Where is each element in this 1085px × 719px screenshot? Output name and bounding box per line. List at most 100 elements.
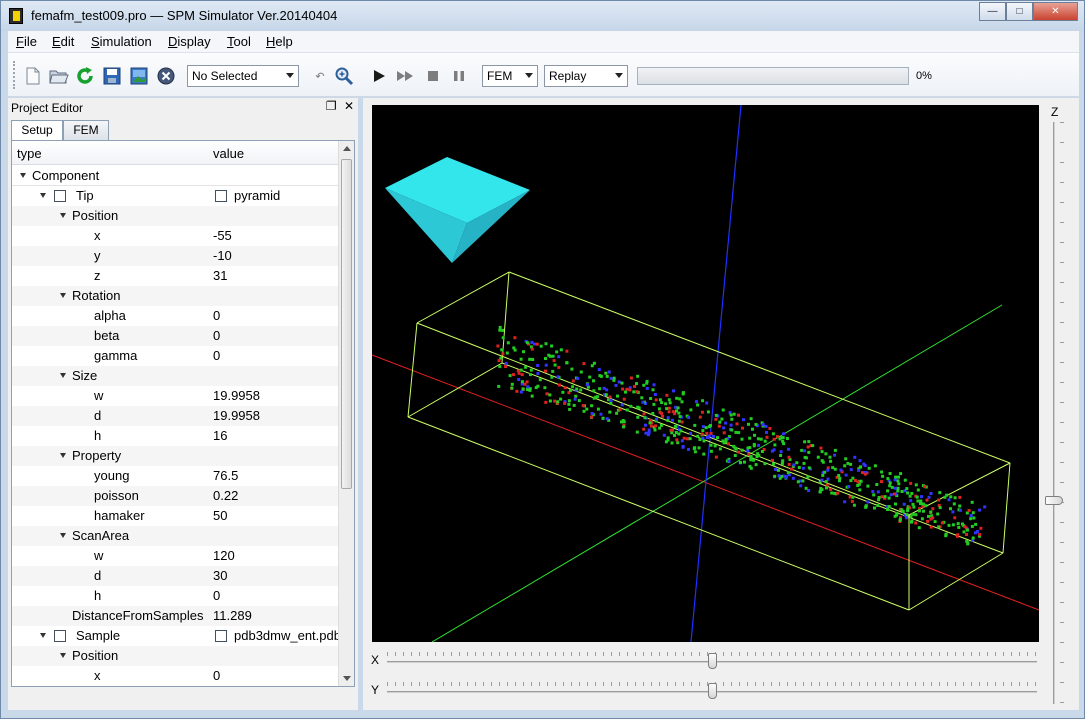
scroll-up-icon[interactable] — [343, 146, 351, 151]
play-icon[interactable] — [369, 66, 389, 86]
tree-row[interactable]: d 19.9958 — [12, 406, 339, 426]
menu-help[interactable]: Help — [266, 34, 293, 49]
atom-point — [825, 486, 828, 490]
row-value[interactable]: 0 — [213, 326, 220, 346]
row-value[interactable]: 0 — [213, 666, 220, 686]
tree-row[interactable]: h0 — [12, 586, 339, 606]
new-file-icon[interactable] — [23, 66, 43, 86]
row-value[interactable]: 50 — [213, 506, 227, 526]
close-panel-icon[interactable]: ✕ — [344, 99, 354, 113]
menu-file[interactable]: File — [16, 34, 37, 49]
row-value[interactable]: 11.289 — [213, 606, 252, 626]
expand-arrow-icon[interactable] — [60, 373, 66, 378]
expand-arrow-icon[interactable] — [60, 293, 66, 298]
row-value[interactable]: -10 — [213, 246, 232, 266]
minimize-button[interactable]: — — [979, 2, 1006, 21]
column-header-value[interactable]: value — [213, 146, 244, 161]
fast-forward-icon[interactable] — [395, 66, 415, 86]
tree-row[interactable]: Tip pyramid — [12, 186, 339, 206]
tree-row[interactable]: poisson 0.22 — [12, 486, 339, 506]
close-button[interactable]: ✕ — [1033, 2, 1078, 21]
maximize-button[interactable]: □ — [1006, 2, 1033, 21]
tree-row[interactable]: Position — [12, 206, 339, 226]
tree-row[interactable]: w 120 — [12, 546, 339, 566]
row-value[interactable]: 31 — [213, 266, 227, 286]
tree-row[interactable]: DistanceFromSamples 11.289 — [12, 606, 339, 626]
slider-x[interactable] — [387, 652, 1037, 669]
save-icon[interactable] — [102, 66, 122, 86]
menu-edit[interactable]: Edit — [52, 34, 74, 49]
tree-scrollbar[interactable] — [338, 141, 354, 686]
tree-row[interactable]: alpha 0 — [12, 306, 339, 326]
menu-simulation[interactable]: Simulation — [91, 34, 152, 49]
float-panel-icon[interactable]: ❐ — [326, 99, 337, 113]
tree-row[interactable]: Size — [12, 366, 339, 386]
tab-fem[interactable]: FEM — [63, 120, 109, 140]
replay-dropdown[interactable]: Replay — [544, 65, 628, 87]
expand-arrow-icon[interactable] — [20, 173, 26, 178]
row-value[interactable]: 0 — [213, 586, 220, 606]
row-value[interactable]: 19.9958 — [213, 386, 260, 406]
image-icon[interactable] — [129, 66, 149, 86]
row-value[interactable]: pdb3dmw_ent.pdb — [234, 626, 341, 646]
row-value[interactable]: 16 — [213, 426, 227, 446]
row-value[interactable]: pyramid — [234, 186, 280, 206]
row-label: z — [94, 268, 101, 283]
row-value[interactable]: -55 — [213, 226, 232, 246]
atom-point — [851, 495, 855, 499]
tree-row[interactable]: Sample pdb3dmw_ent.pdb — [12, 626, 341, 646]
row-value[interactable]: 0 — [213, 306, 220, 326]
expand-arrow-icon[interactable] — [60, 533, 66, 538]
selection-dropdown[interactable]: No Selected — [187, 65, 299, 87]
expand-arrow-icon[interactable] — [60, 453, 66, 458]
slider-y[interactable] — [387, 682, 1037, 699]
row-value[interactable]: 0.22 — [213, 486, 238, 506]
tree-row[interactable]: x -55 — [12, 226, 339, 246]
atom-point — [956, 534, 959, 538]
reload-icon[interactable] — [75, 66, 95, 86]
3d-viewport[interactable] — [372, 105, 1039, 642]
undo-icon[interactable]: ↶ — [310, 66, 330, 86]
row-value[interactable]: 30 — [213, 566, 227, 586]
expand-arrow-icon[interactable] — [40, 633, 46, 638]
tab-setup[interactable]: Setup — [11, 120, 63, 141]
expand-arrow-icon[interactable] — [60, 213, 66, 218]
tree-row[interactable]: z 31 — [12, 266, 339, 286]
scroll-down-icon[interactable] — [343, 676, 351, 681]
slider-x-thumb[interactable] — [708, 653, 717, 669]
open-folder-icon[interactable] — [49, 66, 69, 86]
stop-icon[interactable] — [423, 66, 443, 86]
menu-tool[interactable]: Tool — [227, 34, 251, 49]
expand-arrow-icon[interactable] — [40, 193, 46, 198]
row-value[interactable]: 76.5 — [213, 466, 238, 486]
tree-row[interactable]: x0 — [12, 666, 339, 686]
tree-row[interactable]: y -10 — [12, 246, 339, 266]
column-header-type[interactable]: type — [17, 146, 42, 161]
tree-row[interactable]: h 16 — [12, 426, 339, 446]
toolbar-grip[interactable] — [13, 61, 16, 89]
tree-row[interactable]: beta 0 — [12, 326, 339, 346]
tree-row[interactable]: gamma 0 — [12, 346, 339, 366]
zoom-icon[interactable] — [334, 66, 354, 86]
slider-z-thumb[interactable] — [1045, 496, 1063, 506]
tree-row[interactable]: ScanArea — [12, 526, 339, 546]
row-value[interactable]: 19.9958 — [213, 406, 260, 426]
tree-row[interactable]: hamaker 50 — [12, 506, 339, 526]
menu-display[interactable]: Display — [168, 34, 211, 49]
tree-row[interactable]: Rotation — [12, 286, 339, 306]
row-value[interactable]: 120 — [213, 546, 235, 566]
tree-row[interactable]: w 19.9958 — [12, 386, 339, 406]
pause-icon[interactable] — [449, 66, 469, 86]
mode-dropdown[interactable]: FEM — [482, 65, 538, 87]
scrollbar-thumb[interactable] — [341, 159, 352, 489]
close-circle-icon[interactable] — [156, 66, 176, 86]
slider-z[interactable] — [1045, 122, 1064, 704]
tree-row[interactable]: young 76.5 — [12, 466, 339, 486]
row-value[interactable]: 0 — [213, 346, 220, 366]
slider-y-thumb[interactable] — [708, 683, 717, 699]
tree-row[interactable]: Component — [12, 166, 339, 186]
tree-row[interactable]: d 30 — [12, 566, 339, 586]
expand-arrow-icon[interactable] — [60, 653, 66, 658]
tree-row[interactable]: Property — [12, 446, 339, 466]
tree-row[interactable]: Position — [12, 646, 339, 666]
